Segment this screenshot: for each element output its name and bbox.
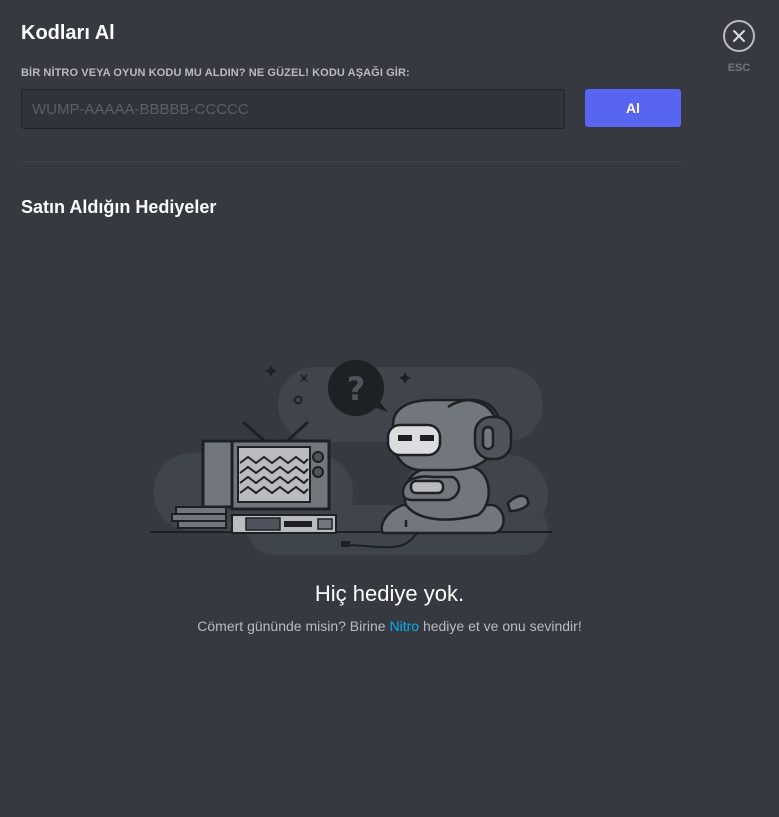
esc-label: ESC [727, 62, 751, 74]
game-console-icon [231, 514, 337, 534]
code-input[interactable] [21, 89, 565, 129]
empty-gifts-illustration: ? [150, 360, 552, 555]
divider [21, 161, 681, 162]
purchased-gifts-title: Satın Aldığın Hediyeler [21, 197, 217, 217]
empty-state-text: Cömert gününde misin? Birine Nitro hediy… [0, 617, 779, 635]
code-input-label: BİR NİTRO VEYA OYUN KODU MU ALDIN? NE GÜ… [21, 67, 410, 79]
empty-text-after: hediye et ve onu sevindir! [419, 618, 582, 634]
close-icon [733, 30, 745, 42]
page-title: Kodları Al [21, 22, 115, 44]
books-icon [171, 506, 227, 529]
empty-state-title: Hiç hediye yok. [314, 581, 465, 606]
close-button[interactable] [723, 20, 755, 52]
empty-text-before: Cömert gününde misin? Birine [197, 618, 390, 634]
close-control: ESC [721, 20, 757, 74]
nitro-link[interactable]: Nitro [390, 618, 420, 634]
svg-text:?: ? [347, 370, 366, 408]
redeem-button[interactable]: Al [585, 89, 681, 127]
